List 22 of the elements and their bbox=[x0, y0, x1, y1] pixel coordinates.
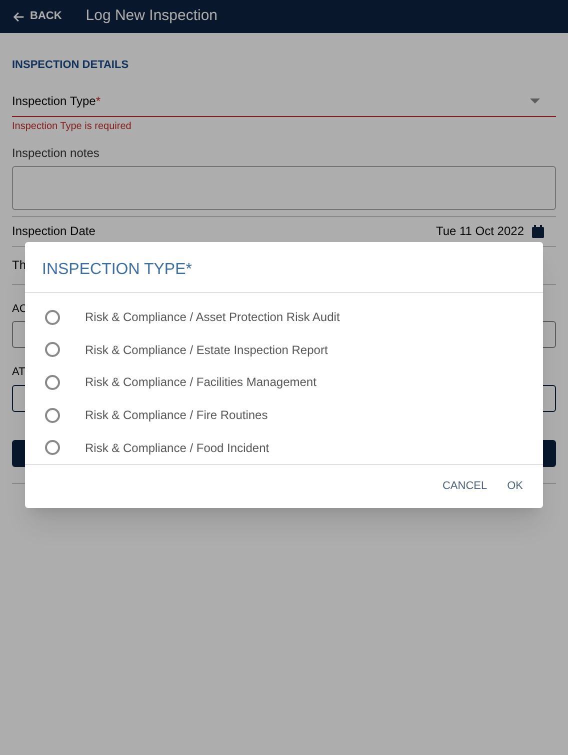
dialog-title: INSPECTION TYPE* bbox=[25, 242, 543, 293]
section-heading: INSPECTION DETAILS bbox=[12, 58, 129, 73]
dropdown-caret-icon bbox=[530, 98, 540, 104]
dialog-button[interactable]: OK bbox=[503, 478, 527, 495]
radio-option[interactable]: Risk & Compliance / Fire Routines bbox=[25, 398, 543, 432]
inspection-type-select[interactable]: Inspection Type* bbox=[12, 92, 556, 116]
back-arrow-icon bbox=[12, 10, 26, 24]
radio-option[interactable]: Risk & Compliance / Food Incident bbox=[25, 431, 543, 464]
dialog-button[interactable]: CANCEL bbox=[438, 478, 492, 495]
notes-field[interactable] bbox=[12, 166, 556, 210]
field-label: Inspection Date bbox=[12, 223, 96, 240]
date-value: Tue 11 Oct 2022 bbox=[436, 223, 524, 240]
calendar-icon[interactable] bbox=[532, 224, 544, 238]
radio-option[interactable]: Risk & Compliance / Asset Protection Risk Audit bbox=[25, 301, 543, 334]
field-label: AT bbox=[12, 365, 26, 380]
page-title: Log New Inspection bbox=[86, 6, 218, 26]
radio-option[interactable]: Risk & Compliance / Estate Inspection Report bbox=[25, 334, 543, 366]
field-label: Inspection notes bbox=[12, 144, 100, 162]
error-message: Inspection Type is required bbox=[12, 120, 132, 134]
field-label: Inspection Type* bbox=[12, 92, 101, 110]
back-button[interactable]: BACK bbox=[12, 8, 62, 25]
radio-option[interactable]: Risk & Compliance / Facilities Management bbox=[25, 366, 543, 399]
